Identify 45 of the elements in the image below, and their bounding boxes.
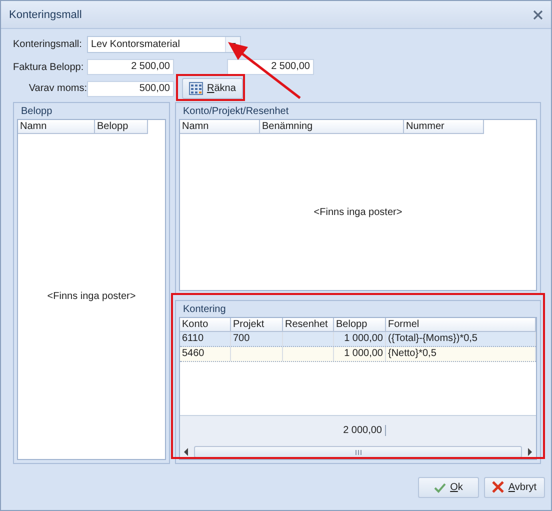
cancel-button[interactable]: Avbryt (484, 476, 545, 498)
panel-title: Belopp (20, 104, 54, 118)
table-cell: 1 000,00 (334, 347, 386, 361)
field-label: Konteringsmall: (13, 38, 83, 50)
close-icon[interactable] (533, 10, 543, 20)
column-header[interactable]: Projekt (231, 318, 283, 332)
grid-row[interactable]: 5460 1 000,00 {Netto}*0,5 (180, 347, 536, 362)
table-cell: {Netto}*0,5 (386, 347, 536, 361)
table-cell: 5460 (180, 347, 231, 361)
total-amount: 2 000,00 (180, 425, 386, 436)
table-cell: 1 000,00 (334, 332, 386, 346)
column-header[interactable]: Konto (180, 318, 231, 332)
calculate-button[interactable]: Räkna (182, 78, 243, 99)
column-header[interactable]: Benämning (260, 120, 404, 134)
template-dropdown[interactable]: Lev Kontorsmaterial (87, 36, 241, 52)
grid-row[interactable]: 6110 700 1 000,00 ({Total}-{Moms})*0,5 (180, 332, 536, 347)
column-header[interactable]: Belopp (95, 120, 148, 134)
table-cell: ({Total}-{Moms})*0,5 (386, 332, 536, 346)
panel-title: Konto/Projekt/Resenhet (182, 104, 290, 118)
column-header[interactable]: Formel (386, 318, 536, 332)
amount-field[interactable]: 2 500,00 (227, 59, 314, 75)
checkmark-icon (434, 482, 446, 492)
window-title: Konteringsmall (9, 8, 82, 20)
scroll-right-icon[interactable] (525, 448, 533, 456)
column-header[interactable]: Nummer (404, 120, 484, 134)
table-cell: 700 (231, 332, 283, 346)
field-label: Faktura Belopp: (13, 62, 85, 72)
panel-title: Kontering (182, 302, 227, 316)
column-header[interactable]: Namn (180, 120, 260, 134)
amount-field[interactable]: 2 500,00 (87, 59, 174, 75)
close-icon (492, 481, 504, 493)
field-label: Varav moms: (28, 83, 87, 94)
scroll-left-icon[interactable] (183, 448, 191, 456)
scrollbar-thumb[interactable] (194, 446, 522, 458)
ok-button[interactable]: Ok (418, 476, 479, 498)
empty-message: <Finns inga poster> (47, 291, 136, 302)
column-header[interactable]: Belopp (334, 318, 386, 332)
grip-icon (354, 450, 362, 454)
table-cell: 6110 (180, 332, 231, 346)
amount-field[interactable]: 500,00 (87, 80, 174, 96)
column-header[interactable]: Resenhet (283, 318, 334, 332)
column-header[interactable]: Namn (18, 120, 95, 134)
empty-message: <Finns inga poster> (314, 206, 402, 218)
calculator-icon (189, 82, 203, 95)
highlight-frame (176, 74, 245, 101)
